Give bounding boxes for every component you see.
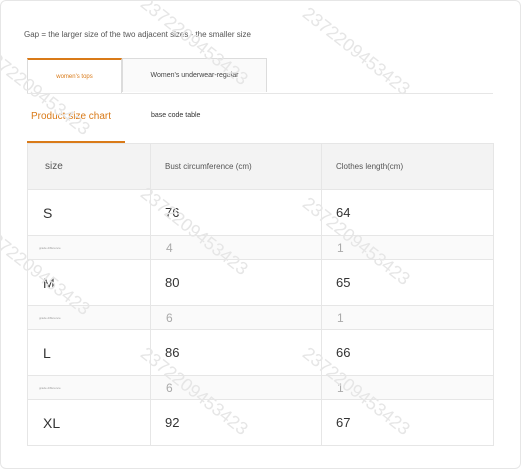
chart-type-tabs: Product size chart base code table xyxy=(27,105,493,143)
grade-difference-label: grade difference xyxy=(39,245,61,250)
length-value: 64 xyxy=(336,205,351,220)
tab-product-size-chart[interactable]: Product size chart xyxy=(31,111,111,122)
tab-womens-tops[interactable]: women's tops xyxy=(27,58,122,93)
gap-note: Gap = the larger size of the two adjacen… xyxy=(24,30,251,39)
table-row: M 80 65 xyxy=(27,259,494,306)
header-length: Clothes length(cm) xyxy=(336,162,404,171)
length-difference: 1 xyxy=(337,380,344,395)
grade-difference-label: grade difference xyxy=(39,315,61,320)
bust-value: 86 xyxy=(165,345,180,360)
size-chart-panel: Gap = the larger size of the two adjacen… xyxy=(0,0,521,469)
header-size: size xyxy=(45,161,63,172)
bust-difference: 6 xyxy=(166,380,173,395)
table-row-grade-difference: grade difference 4 1 xyxy=(27,235,494,260)
tab-base-code-table[interactable]: base code table xyxy=(151,112,200,119)
size-label: L xyxy=(43,344,51,361)
length-value: 66 xyxy=(336,345,351,360)
table-row: XL 92 67 xyxy=(27,399,494,446)
header-bust: Bust circumference (cm) xyxy=(165,162,252,171)
bust-value: 76 xyxy=(165,205,180,220)
category-tabs: women's tops Women's underwear-regular xyxy=(27,58,493,94)
length-value: 67 xyxy=(336,415,351,430)
bust-value: 92 xyxy=(165,415,180,430)
bust-difference: 6 xyxy=(166,310,173,325)
table-row: L 86 66 xyxy=(27,329,494,376)
length-difference: 1 xyxy=(337,240,344,255)
length-value: 65 xyxy=(336,275,351,290)
size-label: M xyxy=(43,274,55,291)
bust-difference: 4 xyxy=(166,240,173,255)
length-difference: 1 xyxy=(337,310,344,325)
table-row: S 76 64 xyxy=(27,189,494,236)
bust-value: 80 xyxy=(165,275,180,290)
size-label: XL xyxy=(43,414,61,431)
grade-difference-label: grade difference xyxy=(39,385,61,390)
size-label: S xyxy=(43,204,53,221)
table-row-grade-difference: grade difference 6 1 xyxy=(27,375,494,400)
table-row-grade-difference: grade difference 6 1 xyxy=(27,305,494,330)
tab-womens-underwear[interactable]: Women's underwear-regular xyxy=(122,58,267,92)
size-table: size Bust circumference (cm) Clothes len… xyxy=(27,143,494,446)
table-header-row: size Bust circumference (cm) Clothes len… xyxy=(27,143,494,190)
